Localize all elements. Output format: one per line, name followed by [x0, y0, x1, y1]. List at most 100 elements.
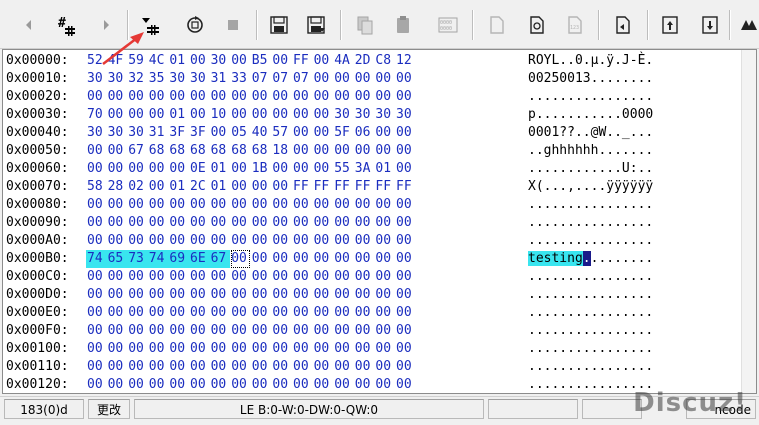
ascii-text[interactable]: ................: [528, 214, 653, 232]
hex-byte[interactable]: 00: [272, 196, 291, 214]
hex-byte[interactable]: 00: [211, 124, 230, 142]
hex-byte[interactable]: 00: [334, 340, 353, 358]
hex-byte[interactable]: 00: [128, 232, 147, 250]
hex-byte[interactable]: 00: [211, 358, 230, 376]
hex-byte[interactable]: 40: [252, 124, 271, 142]
hex-byte[interactable]: 00: [272, 358, 291, 376]
hex-byte[interactable]: 00: [293, 358, 312, 376]
hex-byte[interactable]: 00: [211, 286, 230, 304]
hex-byte[interactable]: 00: [211, 196, 230, 214]
hex-byte[interactable]: 00: [293, 232, 312, 250]
hex-byte[interactable]: 3A: [355, 160, 374, 178]
hex-byte[interactable]: B5: [252, 52, 271, 70]
hex-byte[interactable]: 30: [190, 70, 209, 88]
hex-byte[interactable]: 00: [314, 340, 333, 358]
hex-byte[interactable]: 00: [334, 250, 353, 268]
goto-top-icon[interactable]: [657, 12, 683, 38]
hex-byte[interactable]: 00: [314, 232, 333, 250]
hex-byte[interactable]: 00: [128, 214, 147, 232]
hex-byte[interactable]: 00: [252, 214, 271, 232]
hex-byte[interactable]: 30: [375, 106, 394, 124]
hex-byte[interactable]: 00: [293, 88, 312, 106]
hex-byte[interactable]: 00: [190, 88, 209, 106]
hex-byte[interactable]: 00: [87, 88, 106, 106]
hex-byte[interactable]: 00: [211, 376, 230, 393]
hex-byte[interactable]: 00: [108, 232, 127, 250]
ascii-text[interactable]: 0001??..@W.._...: [528, 124, 653, 142]
hex-byte[interactable]: 00: [108, 196, 127, 214]
hex-byte[interactable]: 00: [334, 268, 353, 286]
hex-byte[interactable]: C8: [375, 52, 394, 70]
hex-byte[interactable]: 00: [190, 196, 209, 214]
hex-row[interactable]: 0x000B0: 74 65 73 74 69 6E 67 00 00 00 00 00 00 00 00 00…: [3, 250, 756, 268]
hex-byte[interactable]: 00: [231, 250, 251, 268]
hex-byte[interactable]: 00: [355, 214, 374, 232]
hex-byte[interactable]: 00: [314, 124, 333, 142]
hex-byte[interactable]: 00: [272, 214, 291, 232]
hex-byte[interactable]: 00: [87, 304, 106, 322]
hex-byte[interactable]: 00: [211, 232, 230, 250]
hex-byte[interactable]: 00: [108, 376, 127, 393]
hex-byte[interactable]: 00: [128, 106, 147, 124]
hex-byte[interactable]: 0E: [190, 160, 209, 178]
hex-byte[interactable]: 6E: [190, 250, 209, 268]
hex-byte[interactable]: 00: [87, 232, 106, 250]
hex-byte[interactable]: 2D: [355, 52, 374, 70]
hex-byte[interactable]: 00: [252, 178, 271, 196]
hex-byte[interactable]: 2C: [190, 178, 209, 196]
hex-byte[interactable]: 00: [396, 322, 415, 340]
hex-byte[interactable]: 00: [169, 376, 188, 393]
hex-byte[interactable]: 00: [375, 268, 394, 286]
hex-byte[interactable]: 00: [375, 286, 394, 304]
hex-row[interactable]: 0x00040: 30 30 30 31 3F 3F 00 05 40 57 00 00 5F 06 00 00…: [3, 124, 756, 142]
hex-byte[interactable]: 00: [272, 268, 291, 286]
hex-byte[interactable]: 58: [87, 178, 106, 196]
hex-byte[interactable]: 74: [87, 250, 106, 268]
hex-byte[interactable]: 00: [87, 322, 106, 340]
hex-byte[interactable]: 00: [169, 232, 188, 250]
hex-byte[interactable]: 00: [190, 340, 209, 358]
hex-byte[interactable]: 00: [190, 52, 209, 70]
hex-byte[interactable]: 00: [272, 376, 291, 393]
hex-byte[interactable]: 00: [375, 196, 394, 214]
hex-byte[interactable]: 00: [355, 286, 374, 304]
hex-byte[interactable]: 4C: [149, 52, 168, 70]
hex-byte[interactable]: 00: [87, 214, 106, 232]
hex-byte[interactable]: 00: [252, 286, 271, 304]
hex-byte[interactable]: 07: [272, 70, 291, 88]
hash-icon[interactable]: #: [53, 12, 79, 38]
hex-byte[interactable]: 00: [355, 268, 374, 286]
hex-byte[interactable]: 00: [375, 340, 394, 358]
hex-byte[interactable]: 00: [314, 250, 333, 268]
ascii-text[interactable]: ROYL..0.µ.ÿ.J-È.: [528, 52, 653, 70]
ascii-text[interactable]: ................: [528, 340, 653, 358]
ascii-text[interactable]: ................: [528, 304, 653, 322]
hex-byte[interactable]: 00: [314, 160, 333, 178]
hex-byte[interactable]: 18: [272, 142, 291, 160]
hex-byte[interactable]: 00: [169, 340, 188, 358]
hex-byte[interactable]: 00: [128, 358, 147, 376]
hex-byte[interactable]: 07: [293, 70, 312, 88]
hex-byte[interactable]: 00: [190, 304, 209, 322]
hex-byte[interactable]: 00: [272, 304, 291, 322]
hex-byte[interactable]: 00: [149, 358, 168, 376]
goto-down-icon[interactable]: [697, 12, 723, 38]
ascii-text[interactable]: ................: [528, 358, 653, 376]
hex-byte[interactable]: FF: [355, 178, 374, 196]
hex-byte[interactable]: 00: [190, 268, 209, 286]
hex-byte[interactable]: 00: [87, 268, 106, 286]
hex-byte[interactable]: 00: [87, 196, 106, 214]
hex-byte[interactable]: 00: [293, 304, 312, 322]
hex-byte[interactable]: 00: [396, 232, 415, 250]
hex-byte[interactable]: 30: [108, 124, 127, 142]
hex-byte[interactable]: 00: [375, 358, 394, 376]
hex-byte[interactable]: 00: [108, 340, 127, 358]
hex-byte[interactable]: 00: [190, 376, 209, 393]
ascii-text[interactable]: ..ghhhhhh.......: [528, 142, 653, 160]
hex-byte[interactable]: 00: [293, 124, 312, 142]
hex-row[interactable]: 0x00100: 00 00 00 00 00 00 00 00 00 00 00 00 00 00 00 00…: [3, 340, 756, 358]
hex-byte[interactable]: 00: [108, 286, 127, 304]
hex-byte[interactable]: 00: [149, 268, 168, 286]
hex-byte[interactable]: 00: [355, 70, 374, 88]
hex-byte[interactable]: 00: [169, 160, 188, 178]
